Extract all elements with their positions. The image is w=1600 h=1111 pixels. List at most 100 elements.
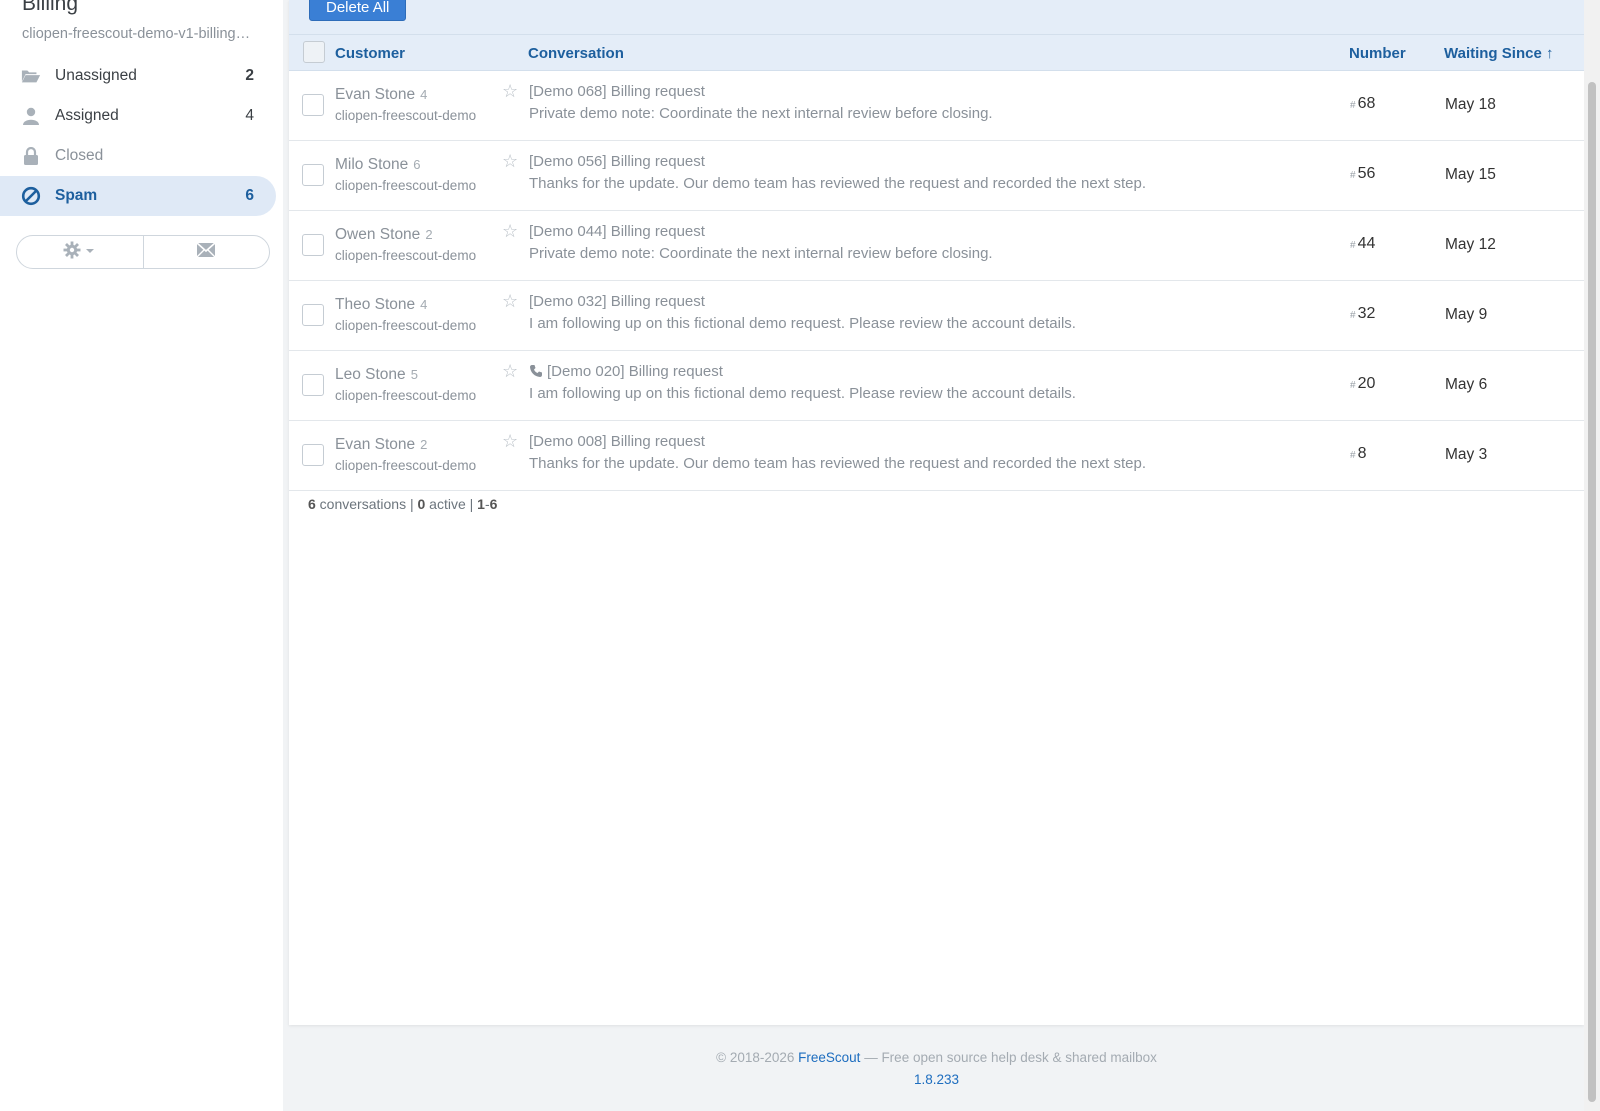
conversations-count: 6	[308, 496, 316, 512]
thread-count: 2	[420, 437, 428, 452]
subject-text: [Demo 008] Billing request	[529, 433, 705, 450]
folder-label: Assigned	[55, 107, 119, 124]
col-conversation[interactable]: Conversation	[528, 45, 624, 62]
subject-text: [Demo 044] Billing request	[529, 223, 705, 240]
star-icon[interactable]: ☆	[502, 361, 518, 382]
footer: © 2018-2026 FreeScout — Free open source…	[289, 1050, 1584, 1087]
star-icon[interactable]: ☆	[502, 81, 518, 102]
waiting-since: May 3	[1445, 446, 1488, 463]
customer-name-text: Leo Stone	[335, 366, 406, 383]
app-version: 1.8.233	[913, 1072, 960, 1087]
waiting-since: May 6	[1445, 376, 1488, 393]
customer-name[interactable]: Owen Stone 2	[335, 226, 433, 244]
hash-icon: #	[1350, 240, 1356, 251]
hash-icon: #	[1350, 310, 1356, 321]
col-waiting-since[interactable]: Waiting Since ↑	[1444, 45, 1553, 62]
footer-copyright: © 2018-2026	[716, 1050, 799, 1065]
col-customer[interactable]: Customer	[335, 45, 405, 62]
thread-count: 2	[425, 227, 433, 242]
subject-text: [Demo 020] Billing request	[547, 363, 723, 380]
conversation-subject[interactable]: [Demo 056] Billing request	[529, 153, 705, 170]
row-checkbox[interactable]	[302, 164, 324, 186]
customer-name[interactable]: Leo Stone 5	[335, 366, 418, 384]
row-checkbox[interactable]	[302, 444, 324, 466]
conversation-subject[interactable]: [Demo 044] Billing request	[529, 223, 705, 240]
row-checkbox[interactable]	[302, 374, 324, 396]
folder-assigned[interactable]: Assigned 4	[0, 96, 276, 136]
number-text: 20	[1357, 375, 1376, 392]
freescout-link[interactable]: FreeScout	[798, 1050, 860, 1065]
conversation-number: #8	[1350, 445, 1366, 463]
hash-icon: #	[1350, 100, 1356, 111]
conversation-number: #68	[1350, 95, 1375, 113]
customer-email: cliopen-freescout-demo	[335, 178, 477, 193]
hash-icon: #	[1350, 380, 1356, 391]
star-icon[interactable]: ☆	[502, 291, 518, 312]
table-row[interactable]: Milo Stone 6 cliopen-freescout-demo ☆ [Demo …	[289, 141, 1584, 211]
hash-icon: #	[1350, 170, 1356, 181]
number-text: 44	[1357, 235, 1376, 252]
page-scrollbar[interactable]	[1584, 0, 1600, 1111]
star-icon[interactable]: ☆	[502, 221, 518, 242]
folder-label: Unassigned	[55, 67, 137, 84]
folder-spam[interactable]: Spam 6	[0, 176, 276, 216]
table-row[interactable]: Evan Stone 2 cliopen-freescout-demo ☆ [Demo …	[289, 421, 1584, 491]
ban-icon	[21, 186, 41, 206]
star-icon[interactable]: ☆	[502, 151, 518, 172]
row-checkbox[interactable]	[302, 94, 324, 116]
customer-name-text: Evan Stone	[335, 86, 416, 103]
number-text: 32	[1357, 305, 1376, 322]
customer-name[interactable]: Evan Stone 2	[335, 436, 427, 454]
subject-text: [Demo 068] Billing request	[529, 83, 705, 100]
scrollbar-thumb[interactable]	[1588, 82, 1596, 1102]
conversation-subject[interactable]: [Demo 020] Billing request	[529, 363, 723, 382]
new-conversation-button[interactable]	[142, 236, 270, 268]
list-summary: 6 conversations | 0 active | 1-6	[308, 496, 497, 512]
customer-name[interactable]: Evan Stone 4	[335, 86, 427, 104]
table-row[interactable]: Leo Stone 5 cliopen-freescout-demo ☆ [Demo 0…	[289, 351, 1584, 421]
conversation-list: Evan Stone 4 cliopen-freescout-demo ☆ [Demo …	[289, 71, 1584, 491]
col-number[interactable]: Number	[1349, 45, 1406, 62]
phone-icon	[529, 364, 543, 382]
star-icon[interactable]: ☆	[502, 431, 518, 452]
customer-email: cliopen-freescout-demo	[335, 108, 477, 123]
folder-unassigned[interactable]: Unassigned 2	[0, 56, 276, 96]
customer-name-text: Evan Stone	[335, 436, 416, 453]
range-end: 6	[489, 496, 498, 512]
select-all-checkbox[interactable]	[303, 41, 325, 63]
customer-email: cliopen-freescout-demo	[335, 458, 477, 473]
folder-closed[interactable]: Closed	[0, 136, 276, 176]
thread-count: 6	[413, 157, 421, 172]
conversation-preview: I am following up on this fictional demo…	[529, 315, 1076, 332]
table-row[interactable]: Owen Stone 2 cliopen-freescout-demo ☆ [Demo …	[289, 211, 1584, 281]
customer-name[interactable]: Milo Stone 6	[335, 156, 420, 174]
mailbox-settings-button[interactable]	[17, 236, 143, 268]
conversation-preview: Thanks for the update. Our demo team has…	[529, 175, 1147, 192]
user-icon	[21, 106, 41, 126]
conversations-panel: Delete All Customer Conversation Number …	[289, 0, 1584, 1025]
sidebar: Billing cliopen-freescout-demo-v1-billin…	[0, 0, 283, 1111]
customer-email: cliopen-freescout-demo	[335, 388, 477, 403]
folder-count: 4	[245, 107, 254, 124]
folder-count: 6	[245, 187, 254, 204]
footer-tagline: — Free open source help desk & shared ma…	[860, 1050, 1157, 1065]
conversation-preview: Thanks for the update. Our demo team has…	[529, 455, 1147, 472]
table-row[interactable]: Evan Stone 4 cliopen-freescout-demo ☆ [Demo …	[289, 71, 1584, 141]
row-checkbox[interactable]	[302, 304, 324, 326]
conversation-subject[interactable]: [Demo 008] Billing request	[529, 433, 705, 450]
customer-name[interactable]: Theo Stone 4	[335, 296, 427, 314]
conversation-subject[interactable]: [Demo 068] Billing request	[529, 83, 705, 100]
customer-name-text: Theo Stone	[335, 296, 416, 313]
thread-count: 4	[420, 87, 428, 102]
mailbox-name: Billing	[22, 0, 79, 15]
waiting-since: May 15	[1445, 166, 1496, 183]
customer-name-text: Milo Stone	[335, 156, 409, 173]
conversation-subject[interactable]: [Demo 032] Billing request	[529, 293, 705, 310]
hash-icon: #	[1350, 450, 1356, 461]
thread-count: 4	[420, 297, 428, 312]
table-row[interactable]: Theo Stone 4 cliopen-freescout-demo ☆ [Demo …	[289, 281, 1584, 351]
row-checkbox[interactable]	[302, 234, 324, 256]
delete-all-button[interactable]: Delete All	[309, 0, 407, 21]
range-start: 1	[477, 496, 485, 512]
number-text: 68	[1357, 95, 1376, 112]
